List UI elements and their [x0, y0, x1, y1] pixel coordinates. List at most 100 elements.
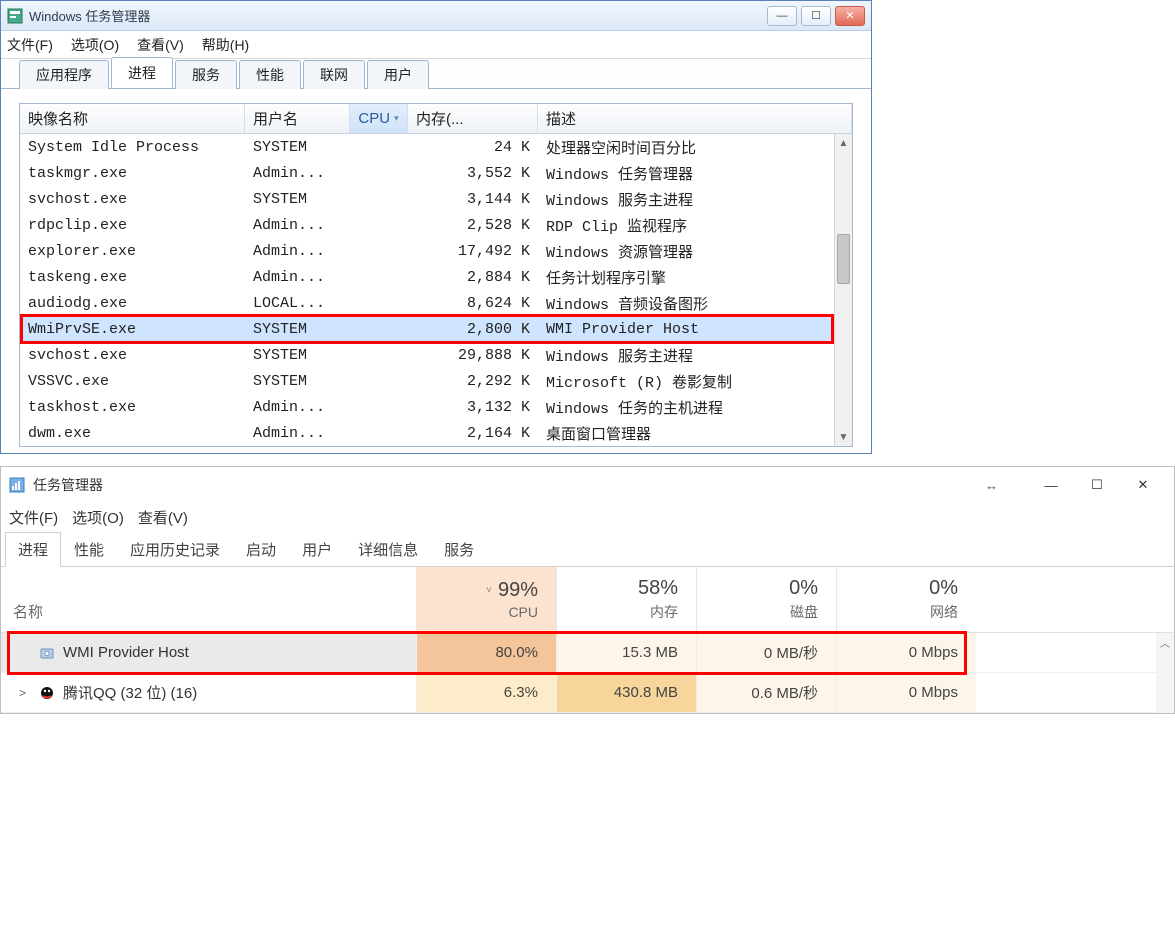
- process-row[interactable]: taskeng.exeAdmin...2,884 K任务计划程序引擎: [20, 264, 852, 290]
- titlebar[interactable]: 任务管理器 ↔ — ☐ ✕: [1, 467, 1174, 503]
- cell-description: Windows 服务主进程: [538, 345, 852, 366]
- tab-启动[interactable]: 启动: [233, 532, 289, 567]
- window-controls: — ☐ ✕: [1028, 470, 1166, 500]
- cell-memory: 17,492 K: [408, 243, 538, 260]
- tab-详细信息[interactable]: 详细信息: [345, 532, 431, 567]
- process-row[interactable]: dwm.exeAdmin...2,164 K桌面窗口管理器: [20, 420, 852, 446]
- column-image-name[interactable]: 映像名称: [20, 104, 245, 133]
- cell-disk: 0 MB/秒: [696, 633, 836, 672]
- tab-进程[interactable]: 进程: [5, 532, 61, 567]
- scroll-up-icon[interactable]: ︿: [1156, 633, 1174, 651]
- process-row[interactable]: taskhost.exeAdmin...3,132 KWindows 任务的主机…: [20, 394, 852, 420]
- cell-user: SYSTEM: [245, 373, 350, 390]
- tab-用户[interactable]: 用户: [367, 60, 429, 89]
- column-cpu[interactable]: ˅99% CPU: [416, 567, 556, 632]
- disk-label: 磁盘: [790, 602, 818, 622]
- tab-应用程序[interactable]: 应用程序: [19, 60, 109, 89]
- scroll-thumb[interactable]: [837, 234, 850, 284]
- menu-options[interactable]: 选项(O): [72, 507, 124, 528]
- tab-应用历史记录[interactable]: 应用历史记录: [117, 532, 233, 567]
- cell-image-name: audiodg.exe: [20, 295, 245, 312]
- menubar: 文件(F) 选项(O) 查看(V) 帮助(H): [1, 31, 871, 59]
- process-row[interactable]: >腾讯QQ (32 位) (16)6.3%430.8 MB0.6 MB/秒0 M…: [1, 673, 1174, 713]
- tab-进程[interactable]: 进程: [111, 57, 173, 88]
- expander-icon[interactable]: >: [19, 686, 31, 700]
- cell-memory: 3,144 K: [408, 191, 538, 208]
- task-manager-win7-window: Windows 任务管理器 — ☐ ✕ 文件(F) 选项(O) 查看(V) 帮助…: [0, 0, 872, 454]
- process-row[interactable]: explorer.exeAdmin...17,492 KWindows 资源管理…: [20, 238, 852, 264]
- cell-user: LOCAL...: [245, 295, 350, 312]
- column-disk[interactable]: 0% 磁盘: [696, 567, 836, 632]
- process-name-text: WMI Provider Host: [63, 644, 189, 661]
- cell-user: SYSTEM: [245, 321, 350, 338]
- process-row[interactable]: WmiPrvSE.exeSYSTEM2,800 KWMI Provider Ho…: [20, 316, 852, 342]
- vertical-scrollbar[interactable]: ︿: [1156, 633, 1174, 713]
- cell-memory: 3,132 K: [408, 399, 538, 416]
- cell-memory: 430.8 MB: [556, 673, 696, 712]
- cell-user: SYSTEM: [245, 139, 350, 156]
- cell-description: Windows 任务的主机进程: [538, 397, 852, 418]
- column-description[interactable]: 描述: [538, 104, 852, 133]
- menu-file[interactable]: 文件(F): [7, 35, 53, 55]
- cell-image-name: rdpclip.exe: [20, 217, 245, 234]
- minimize-button[interactable]: —: [1028, 470, 1074, 500]
- tab-联网[interactable]: 联网: [303, 60, 365, 89]
- column-memory[interactable]: 内存(...: [408, 104, 538, 133]
- process-row[interactable]: rdpclip.exeAdmin...2,528 KRDP Clip 监视程序: [20, 212, 852, 238]
- cell-description: 处理器空闲时间百分比: [538, 137, 852, 158]
- cpu-total-pct: 99%: [498, 579, 538, 601]
- process-listview: 映像名称 用户名 CPU ▾ 内存(... 描述 System Idle Pro…: [19, 103, 853, 447]
- cell-memory: 24 K: [408, 139, 538, 156]
- tab-性能[interactable]: 性能: [239, 60, 301, 89]
- scroll-down-icon[interactable]: ▼: [835, 428, 852, 446]
- process-row[interactable]: VSSVC.exeSYSTEM2,292 KMicrosoft (R) 卷影复制: [20, 368, 852, 394]
- cell-network: 0 Mbps: [836, 673, 976, 712]
- tab-性能[interactable]: 性能: [61, 532, 117, 567]
- column-user[interactable]: 用户名: [245, 104, 350, 133]
- window-title: 任务管理器: [33, 475, 985, 495]
- process-row[interactable]: audiodg.exeLOCAL...8,624 KWindows 音频设备图形: [20, 290, 852, 316]
- app-icon: [7, 8, 23, 24]
- close-button[interactable]: ✕: [835, 6, 865, 26]
- cell-image-name: taskmgr.exe: [20, 165, 245, 182]
- menu-view[interactable]: 查看(V): [138, 507, 188, 528]
- column-cpu[interactable]: CPU ▾: [350, 104, 408, 133]
- menu-file[interactable]: 文件(F): [9, 507, 58, 528]
- cell-name: WMI Provider Host: [1, 633, 416, 672]
- cell-image-name: dwm.exe: [20, 425, 245, 442]
- memory-total-pct: 58%: [638, 577, 678, 600]
- cell-description: Windows 音频设备图形: [538, 293, 852, 314]
- sort-arrow-icon: ▾: [394, 113, 399, 124]
- cell-name: >腾讯QQ (32 位) (16): [1, 673, 416, 712]
- cpu-label: CPU: [508, 604, 538, 620]
- column-name[interactable]: 名称: [1, 567, 416, 632]
- column-network[interactable]: 0% 网络: [836, 567, 976, 632]
- column-cpu-label: CPU: [358, 110, 390, 127]
- menu-view[interactable]: 查看(V): [137, 35, 184, 55]
- process-row[interactable]: WMI Provider Host80.0%15.3 MB0 MB/秒0 Mbp…: [1, 633, 1174, 673]
- vertical-scrollbar[interactable]: ▲ ▼: [834, 134, 852, 446]
- tab-服务[interactable]: 服务: [431, 532, 487, 567]
- window-controls: — ☐ ✕: [767, 6, 865, 26]
- tab-用户[interactable]: 用户: [289, 532, 345, 567]
- menu-options[interactable]: 选项(O): [71, 35, 119, 55]
- tab-服务[interactable]: 服务: [175, 60, 237, 89]
- cell-memory: 2,528 K: [408, 217, 538, 234]
- menu-help[interactable]: 帮助(H): [202, 35, 249, 55]
- cell-user: Admin...: [245, 165, 350, 182]
- process-row[interactable]: taskmgr.exeAdmin...3,552 KWindows 任务管理器: [20, 160, 852, 186]
- process-row[interactable]: svchost.exeSYSTEM3,144 KWindows 服务主进程: [20, 186, 852, 212]
- titlebar[interactable]: Windows 任务管理器 — ☐ ✕: [1, 1, 871, 31]
- resize-icon: ↔: [985, 478, 998, 493]
- cell-memory: 15.3 MB: [556, 633, 696, 672]
- close-button[interactable]: ✕: [1120, 470, 1166, 500]
- minimize-button[interactable]: —: [767, 6, 797, 26]
- maximize-button[interactable]: ☐: [1074, 470, 1120, 500]
- network-total-pct: 0%: [929, 577, 958, 600]
- scroll-up-icon[interactable]: ▲: [835, 134, 852, 152]
- process-row[interactable]: System Idle ProcessSYSTEM24 K处理器空闲时间百分比: [20, 134, 852, 160]
- maximize-button[interactable]: ☐: [801, 6, 831, 26]
- task-manager-win10-window: 任务管理器 ↔ — ☐ ✕ 文件(F) 选项(O) 查看(V) 进程性能应用历史…: [0, 466, 1175, 714]
- process-row[interactable]: svchost.exeSYSTEM29,888 KWindows 服务主进程: [20, 342, 852, 368]
- column-memory[interactable]: 58% 内存: [556, 567, 696, 632]
